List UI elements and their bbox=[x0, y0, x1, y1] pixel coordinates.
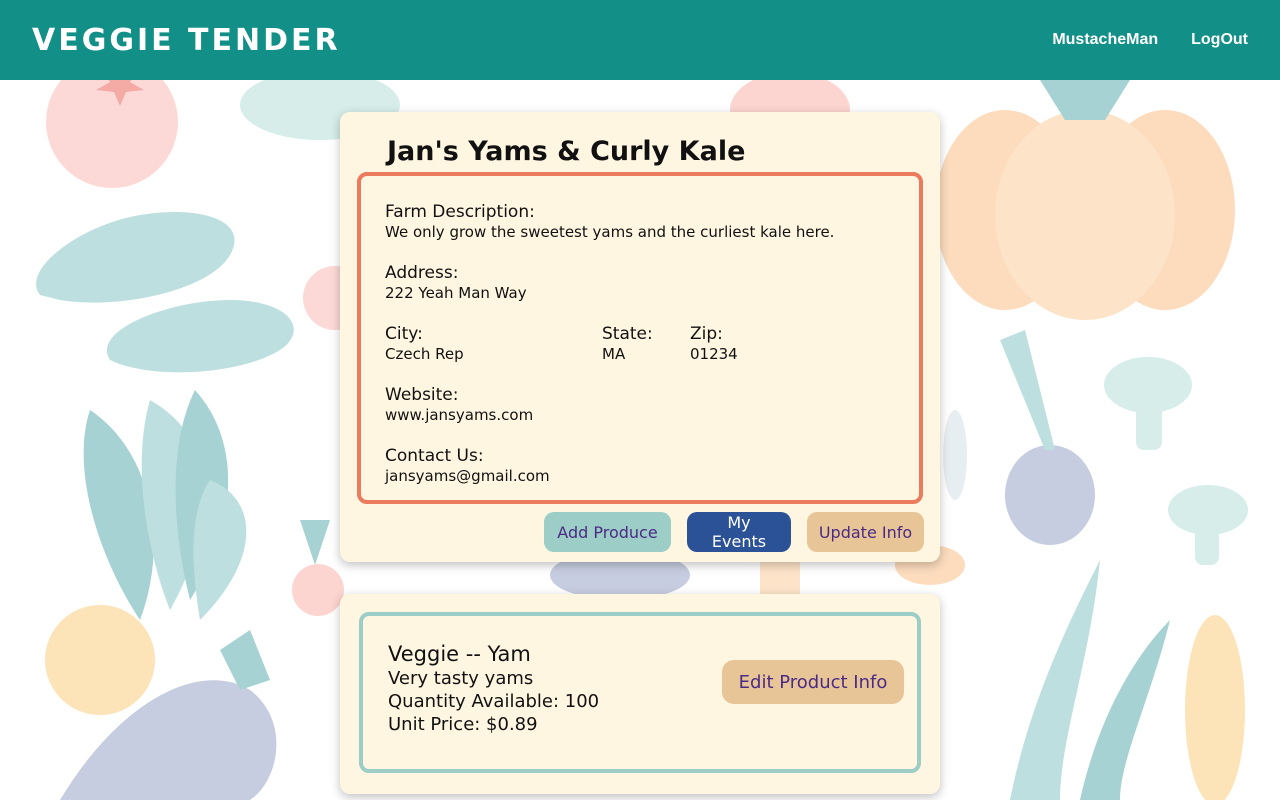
contact-label: Contact Us: bbox=[385, 446, 484, 466]
description-field: Farm Description: We only grow the sweet… bbox=[385, 202, 834, 242]
add-produce-button[interactable]: Add Produce bbox=[544, 512, 671, 552]
city-label: City: bbox=[385, 324, 423, 344]
top-navbar: VEGGIE TENDER MustacheMan LogOut bbox=[0, 0, 1280, 80]
farm-info-box: Farm Description: We only grow the sweet… bbox=[357, 172, 923, 504]
chard-illustration bbox=[45, 390, 247, 715]
state-label: State: bbox=[602, 324, 653, 344]
cucumber-illustration bbox=[36, 211, 294, 373]
nav-logout-link[interactable]: LogOut bbox=[1191, 31, 1248, 49]
nav-links: MustacheMan LogOut bbox=[1052, 31, 1248, 49]
zip-field: Zip: 01234 bbox=[690, 324, 738, 364]
website-label: Website: bbox=[385, 385, 459, 405]
mushroom-illustration bbox=[1104, 357, 1248, 565]
description-value: We only grow the sweetest yams and the c… bbox=[385, 223, 835, 241]
contact-field: Contact Us: jansyams@gmail.com bbox=[385, 446, 550, 486]
city-field: City: Czech Rep bbox=[385, 324, 464, 364]
contact-value[interactable]: jansyams@gmail.com bbox=[385, 466, 550, 486]
product-price: Unit Price: $0.89 bbox=[388, 714, 538, 735]
address-value: 222 Yeah Man Way bbox=[385, 284, 527, 302]
product-box: Veggie -- Yam Very tasty yams Quantity A… bbox=[359, 612, 921, 773]
zip-label: Zip: bbox=[690, 324, 723, 344]
state-value: MA bbox=[602, 345, 626, 363]
product-quantity: Quantity Available: 100 bbox=[388, 691, 600, 712]
radish-illustration bbox=[292, 520, 344, 616]
farm-name-heading: Jan's Yams & Curly Kale bbox=[387, 136, 746, 167]
update-info-button[interactable]: Update Info bbox=[807, 512, 924, 552]
zip-value: 01234 bbox=[690, 345, 738, 363]
description-label: Farm Description: bbox=[385, 202, 535, 222]
nav-user-link[interactable]: MustacheMan bbox=[1052, 31, 1158, 49]
product-description: Very tasty yams bbox=[388, 668, 534, 689]
corn-illustration bbox=[1010, 560, 1245, 800]
edit-product-button[interactable]: Edit Product Info bbox=[722, 660, 904, 704]
onion-illustration bbox=[943, 330, 1095, 545]
website-field: Website: www.jansyams.com bbox=[385, 385, 533, 425]
product-card: Veggie -- Yam Very tasty yams Quantity A… bbox=[340, 594, 940, 794]
pumpkin-illustration bbox=[935, 80, 1235, 320]
my-events-button[interactable]: My Events bbox=[687, 512, 791, 552]
app-logo[interactable]: VEGGIE TENDER bbox=[32, 23, 341, 58]
farm-card: Jan's Yams & Curly Kale Farm Description… bbox=[340, 112, 940, 562]
address-field: Address: 222 Yeah Man Way bbox=[385, 263, 527, 303]
farm-actions: Add Produce My Events Update Info bbox=[544, 512, 924, 552]
product-title: Veggie -- Yam bbox=[388, 642, 531, 666]
address-label: Address: bbox=[385, 263, 459, 283]
website-value[interactable]: www.jansyams.com bbox=[385, 405, 533, 425]
state-field: State: MA bbox=[602, 324, 653, 364]
city-value: Czech Rep bbox=[385, 345, 464, 363]
